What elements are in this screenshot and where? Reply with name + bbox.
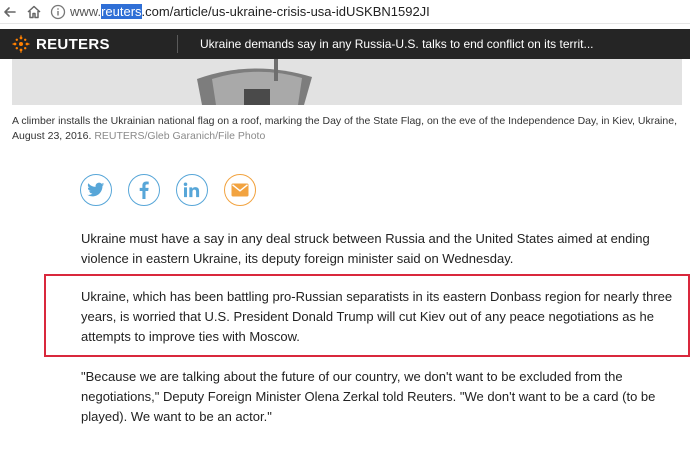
linkedin-icon [183, 182, 200, 198]
home-button[interactable] [24, 2, 44, 22]
header-divider [177, 35, 178, 53]
article-photo [12, 59, 682, 105]
email-icon [231, 183, 249, 197]
article-paragraph: Ukraine, which has been battling pro-Rus… [81, 289, 673, 344]
share-email-button[interactable] [224, 174, 256, 206]
article-paragraph: "Because we are talking about the future… [81, 369, 656, 424]
info-icon[interactable] [50, 4, 66, 20]
flag-pole-image [12, 59, 682, 105]
share-linkedin-button[interactable] [176, 174, 208, 206]
site-header: REUTERS Ukraine demands say in any Russi… [0, 29, 690, 59]
logo-text: REUTERS [36, 35, 110, 53]
browser-address-bar: www.reuters.com/article/us-ukraine-crisi… [0, 0, 690, 24]
twitter-icon [87, 182, 105, 197]
facebook-icon [139, 181, 149, 199]
share-facebook-button[interactable] [128, 174, 160, 206]
url-field[interactable]: www.reuters.com/article/us-ukraine-crisi… [70, 3, 430, 21]
article-paragraph: Ukraine must have a say in any deal stru… [81, 231, 650, 266]
arrow-left-icon [4, 7, 16, 17]
back-button[interactable] [0, 2, 20, 22]
reuters-logo-icon [12, 35, 30, 53]
share-twitter-button[interactable] [80, 174, 112, 206]
url-path: .com/article/us-ukraine-crisis-usa-idUSK… [141, 4, 430, 19]
photo-caption: A climber installs the Ukrainian nationa… [12, 114, 684, 144]
home-icon [27, 5, 41, 19]
photo-credit: REUTERS/Gleb Garanich/File Photo [94, 130, 266, 142]
url-prefix: www. [70, 4, 102, 19]
reuters-logo[interactable]: REUTERS [12, 35, 110, 53]
url-domain-highlight: reuters [101, 4, 142, 19]
header-headline[interactable]: Ukraine demands say in any Russia-U.S. t… [200, 29, 594, 59]
